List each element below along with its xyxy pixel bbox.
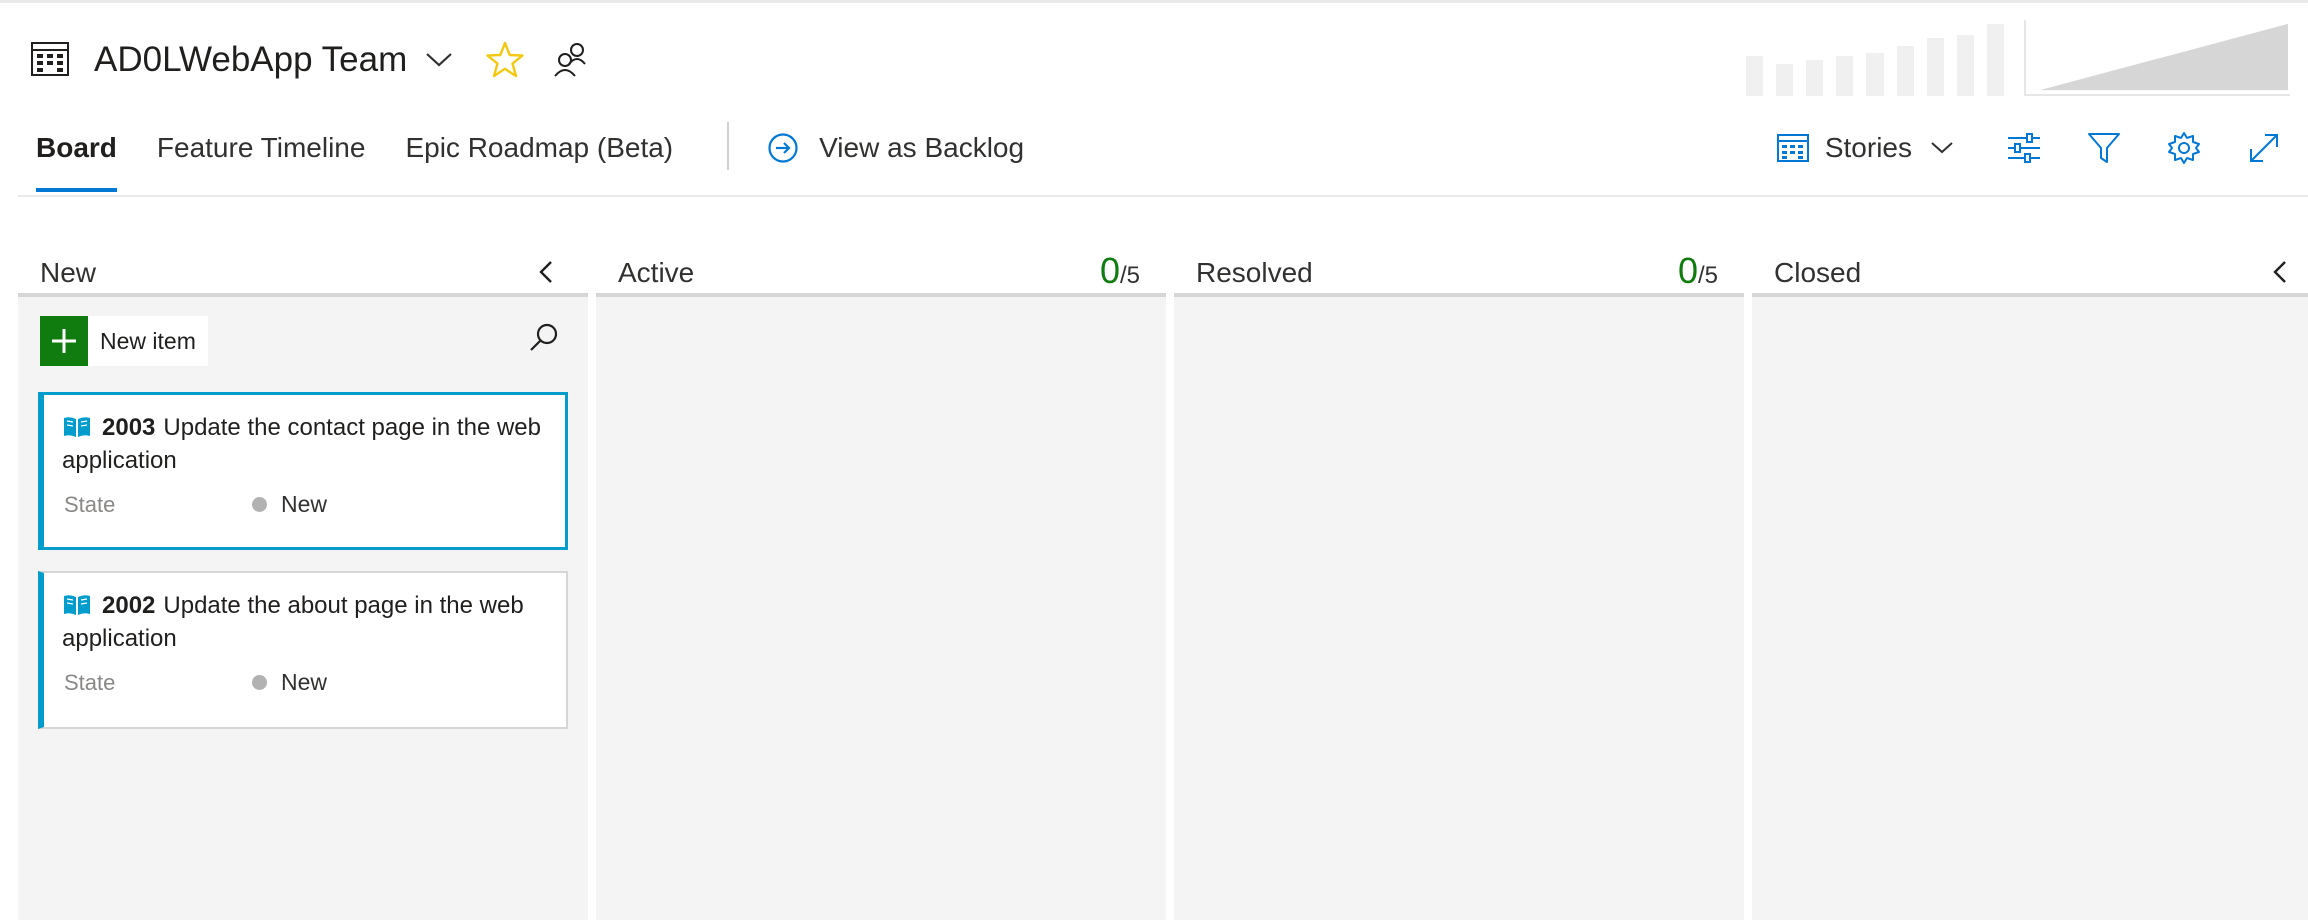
wip-count: 0 bbox=[1099, 250, 1120, 291]
tabs-divider bbox=[18, 195, 2308, 197]
mini-chart-bar bbox=[1956, 35, 1974, 96]
column-header-closed: Closed bbox=[1752, 240, 2308, 296]
mini-chart-bar bbox=[1776, 64, 1794, 96]
wip-max: /5 bbox=[1697, 262, 1718, 289]
card-field-state: State New bbox=[44, 477, 565, 518]
chevron-down-icon bbox=[1931, 142, 1953, 154]
wip-limit: 0/5 bbox=[1100, 244, 1166, 292]
column-header-resolved: Resolved 0/5 bbox=[1174, 240, 1744, 296]
field-label: State bbox=[64, 491, 116, 517]
tab-feature-timeline[interactable]: Feature Timeline bbox=[157, 128, 366, 192]
gear-icon bbox=[2168, 132, 2200, 164]
wip-max: /5 bbox=[1119, 262, 1140, 289]
search-cards-button[interactable] bbox=[524, 318, 564, 358]
filter-icon bbox=[2088, 133, 2120, 163]
board-level-icon bbox=[1776, 134, 1809, 162]
card-title-row: 2002 Update the about page in the web app… bbox=[44, 573, 566, 655]
card-field-state: State New bbox=[44, 655, 566, 696]
filter-button[interactable] bbox=[2082, 126, 2126, 170]
field-label: State bbox=[64, 669, 116, 695]
favorite-star-icon[interactable] bbox=[485, 40, 525, 80]
chevron-left-icon bbox=[539, 261, 552, 283]
wip-count: 0 bbox=[1677, 250, 1698, 291]
mini-chart-bar bbox=[1866, 53, 1884, 96]
team-header: AD0LWebApp Team bbox=[30, 34, 591, 86]
field-value[interactable]: New bbox=[281, 669, 327, 696]
user-story-book-icon bbox=[64, 417, 90, 437]
column-header-new: New bbox=[18, 240, 588, 296]
mini-chart-bar bbox=[1806, 60, 1824, 96]
work-item-card[interactable]: 2002 Update the about page in the web app… bbox=[38, 571, 568, 729]
user-story-book-icon bbox=[64, 595, 90, 615]
work-item-card[interactable]: 2003 Update the contact page in the web a… bbox=[38, 392, 568, 550]
tab-divider bbox=[727, 122, 730, 170]
backlog-level-label: Stories bbox=[1824, 132, 1912, 163]
mini-chart-bar bbox=[1746, 56, 1764, 96]
wip-limit: 0/5 bbox=[1678, 244, 1744, 292]
burndown-mini-chart[interactable] bbox=[2024, 20, 2290, 96]
plus-icon bbox=[40, 316, 88, 366]
column-title: Active bbox=[618, 257, 695, 288]
settings-button[interactable] bbox=[2162, 126, 2206, 170]
column-body-resolved[interactable] bbox=[1174, 297, 1744, 920]
column-title: New bbox=[40, 257, 97, 288]
new-item-button[interactable]: New item bbox=[40, 316, 208, 366]
team-name[interactable]: AD0LWebApp Team bbox=[94, 40, 407, 80]
velocity-mini-chart[interactable] bbox=[1746, 24, 2004, 96]
board-toolbar: Stories bbox=[1776, 126, 2308, 170]
mini-chart-bar bbox=[1896, 46, 1914, 96]
sliders-icon bbox=[2008, 133, 2040, 163]
mini-chart-bar bbox=[1926, 38, 1944, 96]
mini-chart-bar bbox=[1836, 56, 1854, 96]
new-item-label: New item bbox=[100, 327, 196, 354]
column-title: Resolved bbox=[1196, 257, 1313, 288]
column-header-active: Active 0/5 bbox=[596, 240, 1166, 296]
view-as-backlog-label: View as Backlog bbox=[819, 132, 1025, 163]
view-as-backlog-link[interactable]: View as Backlog bbox=[767, 128, 1024, 164]
field-value[interactable]: New bbox=[281, 491, 327, 518]
column-title: Closed bbox=[1774, 257, 1862, 288]
mini-chart-bar bbox=[1986, 24, 2004, 96]
column-body-closed[interactable] bbox=[1752, 297, 2308, 920]
card-title-row: 2003 Update the contact page in the web a… bbox=[44, 395, 565, 477]
expand-icon bbox=[2250, 134, 2278, 162]
search-icon bbox=[530, 323, 558, 351]
arrow-circle-right-icon bbox=[768, 133, 798, 163]
backlog-level-selector[interactable]: Stories bbox=[1776, 132, 1954, 164]
board-tabs: Board Feature Timeline Epic Roadmap (Bet… bbox=[36, 122, 1024, 192]
chevron-left-icon bbox=[2273, 261, 2286, 283]
card-id: 2003 bbox=[102, 414, 156, 441]
collapse-column-button[interactable] bbox=[2260, 252, 2300, 292]
view-options-button[interactable] bbox=[2002, 126, 2046, 170]
team-profile-icon[interactable] bbox=[551, 40, 591, 80]
tab-epic-roadmap[interactable]: Epic Roadmap (Beta) bbox=[405, 128, 673, 192]
top-border bbox=[0, 0, 2308, 3]
state-dot-icon bbox=[252, 675, 267, 690]
column-body-active[interactable] bbox=[596, 297, 1166, 920]
state-dot-icon bbox=[252, 497, 267, 512]
tab-board[interactable]: Board bbox=[36, 128, 117, 192]
collapse-column-button[interactable] bbox=[526, 252, 566, 292]
fullscreen-button[interactable] bbox=[2242, 126, 2286, 170]
board-icon bbox=[31, 42, 69, 76]
team-switcher-chevron-icon[interactable] bbox=[421, 42, 457, 78]
card-id: 2002 bbox=[102, 592, 156, 619]
